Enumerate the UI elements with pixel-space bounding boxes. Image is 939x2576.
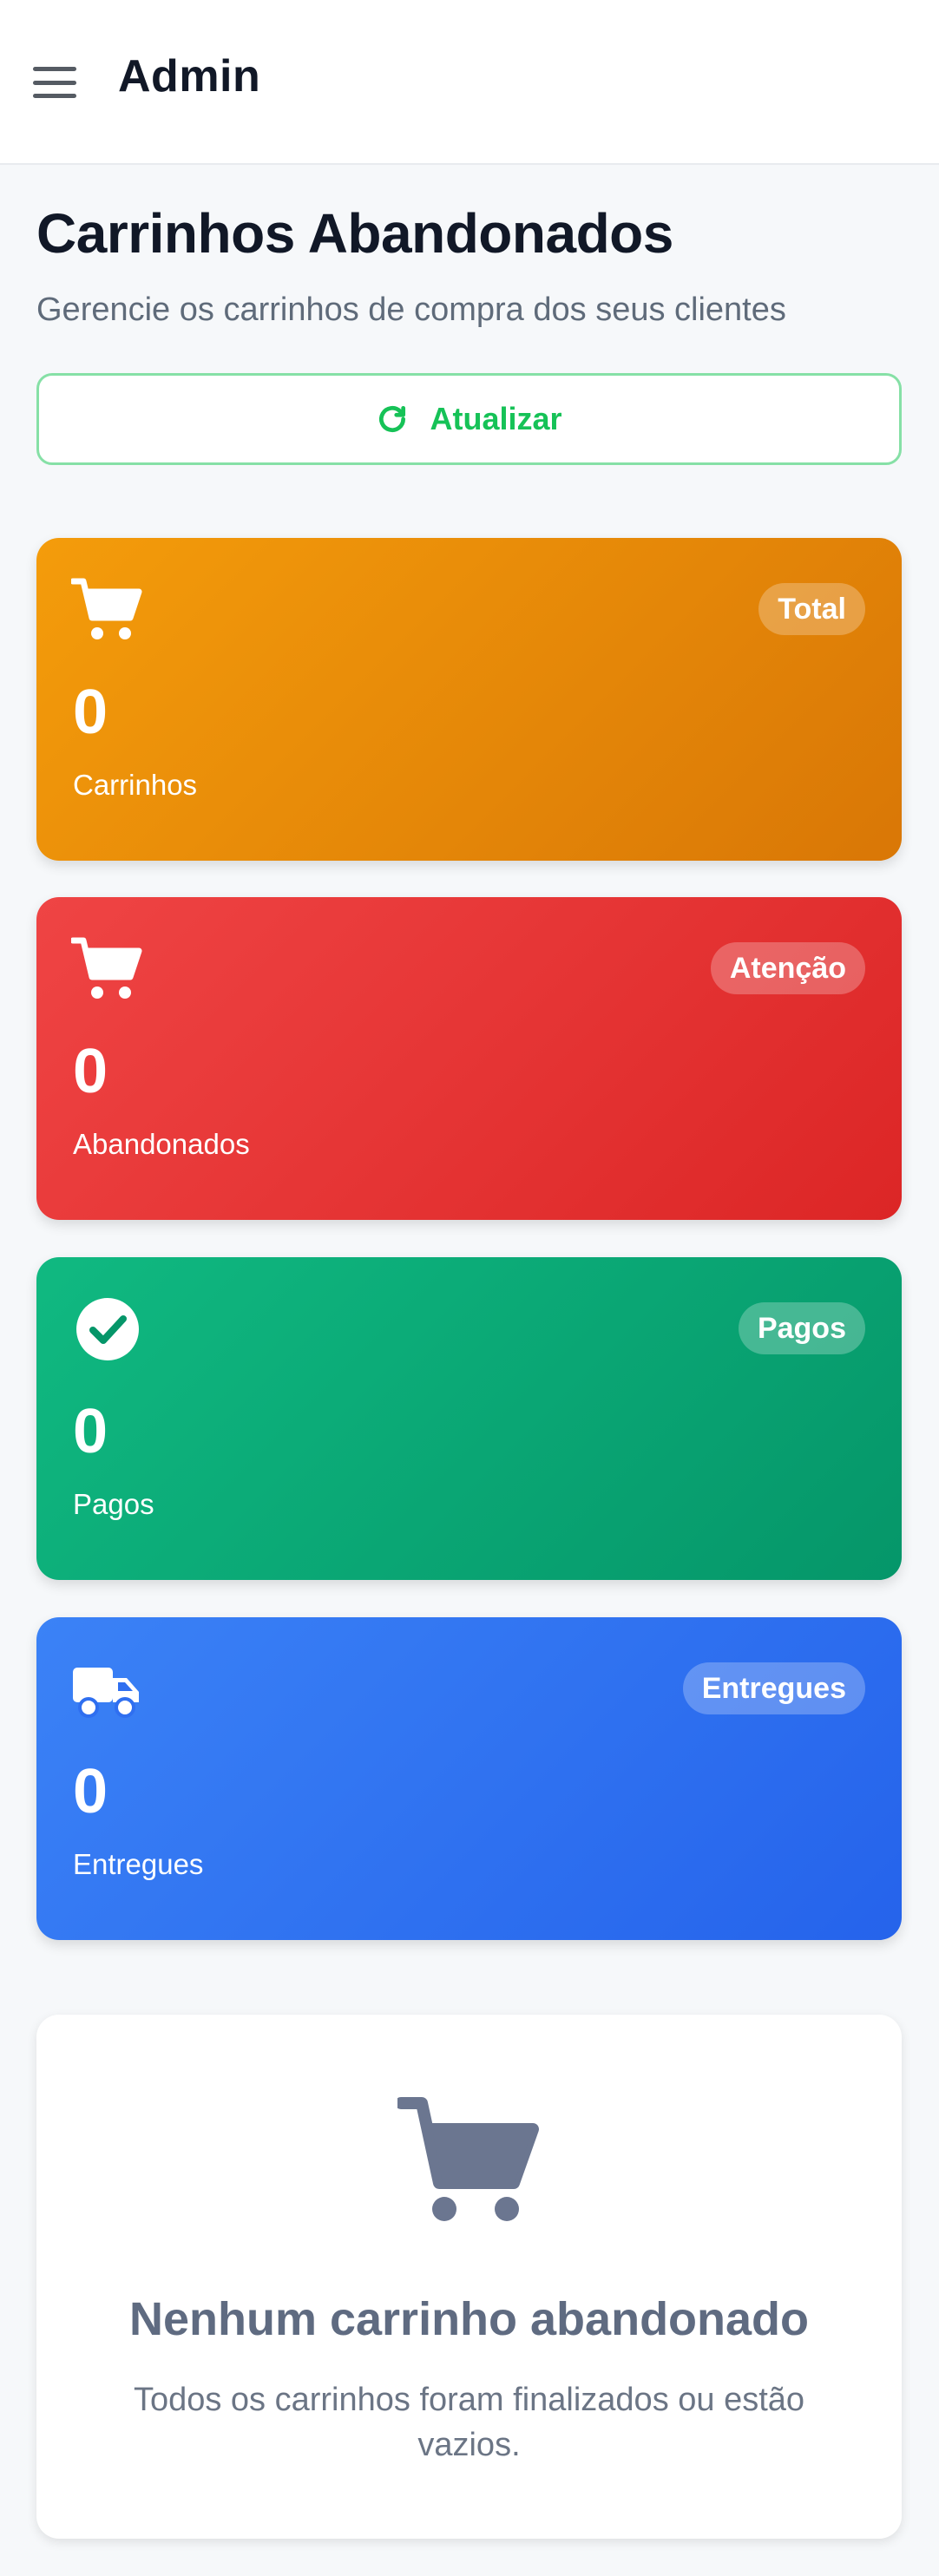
page-subtitle: Gerencie os carrinhos de compra dos seus… <box>36 292 786 328</box>
stat-value: 0 <box>73 678 108 747</box>
stat-caption: Pagos <box>73 1488 154 1520</box>
empty-state-title: Nenhum carrinho abandonado <box>128 2293 810 2345</box>
page-title: Carrinhos Abandonados <box>36 202 673 265</box>
stat-badge: Total <box>758 583 865 635</box>
stat-badge: Entregues <box>682 1662 865 1714</box>
menu-line <box>33 80 76 85</box>
stat-card-total: Total 0 Carrinhos <box>36 538 902 861</box>
cart-icon <box>71 937 142 999</box>
stat-value: 0 <box>73 1757 108 1826</box>
stat-caption: Carrinhos <box>73 769 198 801</box>
menu-line <box>33 67 76 71</box>
refresh-button-label: Atualizar <box>430 401 562 436</box>
stat-card-delivered: Entregues 0 Entregues <box>36 1617 902 1940</box>
stat-value: 0 <box>73 1037 108 1106</box>
stat-caption: Abandonados <box>73 1128 250 1160</box>
refresh-button[interactable]: Atualizar <box>36 373 902 465</box>
check-circle-icon <box>76 1298 139 1360</box>
empty-state-panel: Nenhum carrinho abandonado Todos os carr… <box>36 2015 902 2539</box>
stat-card-abandoned: Atenção 0 Abandonados <box>36 897 902 1220</box>
truck-icon <box>73 1668 139 1718</box>
empty-state-text: Todos os carrinhos foram finalizados ou … <box>133 2382 805 2463</box>
stat-card-paid: Pagos 0 Pagos <box>36 1257 902 1580</box>
stat-value: 0 <box>73 1397 108 1466</box>
top-bar: Admin <box>0 0 939 165</box>
stat-badge: Atenção <box>710 942 865 994</box>
hamburger-menu-icon[interactable] <box>33 67 76 98</box>
stat-caption: Entregues <box>73 1848 204 1880</box>
cart-icon <box>71 578 142 639</box>
brand-title: Admin <box>118 51 261 102</box>
cart-icon <box>397 2097 539 2221</box>
menu-line <box>33 94 76 98</box>
stat-badge: Pagos <box>738 1302 865 1354</box>
refresh-icon <box>379 405 406 433</box>
